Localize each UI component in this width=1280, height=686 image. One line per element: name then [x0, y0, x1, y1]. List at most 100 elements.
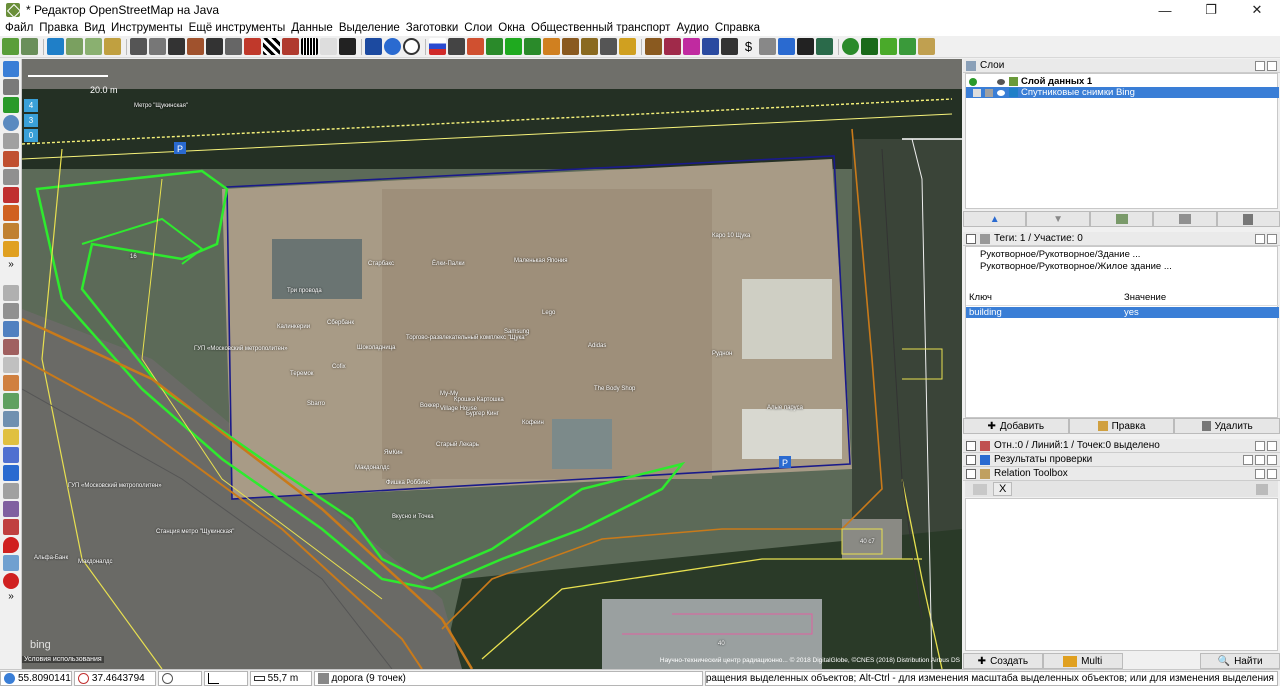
terms-of-use-link[interactable]: Условия использования	[22, 656, 104, 663]
detach-icon[interactable]	[1255, 61, 1265, 71]
box-icon[interactable]	[619, 38, 636, 55]
map-label[interactable]: 40 с7	[860, 539, 875, 545]
more-dialogs-icon[interactable]: »	[3, 591, 19, 607]
menu-layers[interactable]: Слои	[461, 22, 495, 34]
minimize-button[interactable]: —	[1142, 0, 1188, 20]
map-label[interactable]: Бургер Кинг	[466, 411, 499, 417]
map-label[interactable]: Шоколадница	[357, 345, 396, 351]
map-label[interactable]: Adidas	[588, 343, 606, 349]
settings-icon[interactable]	[1243, 455, 1253, 465]
notes-dialog-icon[interactable]	[3, 429, 19, 445]
preset-link[interactable]: Рукотворное/Рукотворное/Здание ...	[966, 249, 1279, 260]
tags-dialog-header[interactable]: Теги: 1 / Участие: 0	[963, 232, 1280, 246]
merge-layer-button[interactable]	[1089, 211, 1154, 227]
map-label[interactable]: Альфа-Банк	[34, 555, 68, 561]
draw-tool-icon[interactable]	[3, 97, 19, 113]
delete-tool-icon[interactable]	[3, 133, 19, 149]
layer-row-data[interactable]: Слой данных 1	[966, 76, 1279, 87]
validation-dialog-header[interactable]: Результаты проверки	[963, 453, 1280, 467]
map-label[interactable]: ГУП «Московский метрополитен»	[68, 483, 162, 489]
doctor-icon[interactable]	[486, 38, 503, 55]
tree-icon[interactable]	[842, 38, 859, 55]
wall-2-icon[interactable]	[149, 38, 166, 55]
close-icon[interactable]	[1267, 234, 1277, 244]
create-relation-button[interactable]: ✚ Создать	[963, 653, 1043, 669]
opacity-icon[interactable]	[985, 88, 993, 97]
hospital-icon[interactable]	[524, 38, 541, 55]
map-label[interactable]: Макдоналдс	[355, 465, 390, 471]
map-label[interactable]: Три провода	[287, 288, 322, 294]
close-icon[interactable]	[1267, 61, 1277, 71]
pharmacy-cross-icon[interactable]	[505, 38, 522, 55]
relation-pencil-icon[interactable]	[1256, 483, 1268, 495]
car-icon[interactable]	[339, 38, 356, 55]
paperclip-icon[interactable]	[759, 38, 776, 55]
more-tools-icon[interactable]: »	[3, 259, 19, 275]
map-label[interactable]: Старбакс	[368, 261, 394, 267]
tags-dialog-icon[interactable]	[3, 303, 19, 319]
map-label[interactable]: The Body Shop	[594, 386, 635, 392]
map-label[interactable]: Торгово-развлекательный комплекс "Щука"	[406, 335, 527, 341]
wand-icon[interactable]	[467, 38, 484, 55]
tractor-icon[interactable]	[168, 38, 185, 55]
marker-icon[interactable]	[3, 537, 19, 553]
brick-wall-icon[interactable]	[244, 38, 261, 55]
map-label[interactable]: Фишка Роббинс	[386, 480, 430, 486]
select-tool-icon[interactable]	[3, 61, 19, 77]
map-label[interactable]: Алые паруса	[767, 405, 803, 411]
map-label[interactable]: Воккер	[420, 403, 439, 409]
expand-icon[interactable]	[966, 454, 976, 465]
russia-flag-icon[interactable]	[429, 38, 446, 55]
imagery-adjust-icon[interactable]	[3, 555, 19, 571]
pencil-icon[interactable]	[3, 241, 19, 257]
menu-view[interactable]: Вид	[81, 22, 108, 34]
menu-public-transport[interactable]: Общественный транспорт	[528, 22, 673, 34]
visible-eye-icon[interactable]	[997, 78, 1005, 85]
menu-audio[interactable]: Аудио	[673, 22, 711, 34]
map-label[interactable]: Sbarro	[307, 401, 325, 407]
active-check-icon[interactable]	[969, 77, 977, 86]
map-label[interactable]: Крошка Картошка	[454, 397, 504, 403]
cart-icon[interactable]	[683, 38, 700, 55]
menu-windows[interactable]: Окна	[495, 22, 528, 34]
map-label[interactable]: Макдоналдс	[78, 559, 113, 565]
relation-edit-icon[interactable]	[973, 483, 987, 495]
eye-icon[interactable]	[365, 38, 382, 55]
selection-dialog-icon[interactable]	[3, 321, 19, 337]
expand-icon[interactable]	[966, 440, 976, 451]
map-label[interactable]: Маленькая Япония	[514, 258, 568, 264]
duplicate-layer-button[interactable]	[1153, 211, 1217, 227]
improve-way-icon[interactable]	[3, 151, 19, 167]
factory-icon[interactable]	[600, 38, 617, 55]
filter-funnel-icon[interactable]	[3, 483, 19, 499]
map-label[interactable]: Руднон	[712, 351, 732, 357]
brick-icon[interactable]	[282, 38, 299, 55]
menu-presets[interactable]: Заготовки	[403, 22, 462, 34]
add-tag-button[interactable]: ✚ Добавить	[963, 418, 1069, 434]
tag-row[interactable]: building yes	[966, 307, 1279, 318]
layer-row-imagery[interactable]: Спутниковые снимки Bing	[966, 87, 1279, 98]
menu-more-tools[interactable]: Ещё инструменты	[186, 22, 289, 34]
close-button[interactable]: ✕	[1234, 0, 1280, 20]
find-relation-button[interactable]: 🔍 Найти	[1200, 653, 1280, 669]
map-label[interactable]: Кофеин	[522, 420, 544, 426]
imagery-2-icon[interactable]	[85, 38, 102, 55]
image-dialog-icon[interactable]	[3, 411, 19, 427]
clock-icon[interactable]	[403, 38, 420, 55]
garage-icon[interactable]	[206, 38, 223, 55]
imagery-icon[interactable]	[66, 38, 83, 55]
layers-dialog-icon[interactable]	[3, 285, 19, 301]
globe-icon[interactable]	[384, 38, 401, 55]
detach-icon[interactable]	[1255, 234, 1265, 244]
map-label[interactable]: Lego	[542, 310, 555, 316]
relation-toolbox-icon[interactable]	[3, 519, 19, 535]
changeset-dialog-icon[interactable]	[3, 447, 19, 463]
upload-icon[interactable]	[21, 38, 38, 55]
person-icon[interactable]	[797, 38, 814, 55]
validator-dialog-icon[interactable]	[3, 465, 19, 481]
lasso-tool-icon[interactable]	[3, 79, 19, 95]
filter-dialog-icon[interactable]	[3, 393, 19, 409]
move-down-button[interactable]: ▼	[1026, 211, 1090, 227]
menu-help[interactable]: Справка	[712, 22, 763, 34]
imagery-3-icon[interactable]	[104, 38, 121, 55]
